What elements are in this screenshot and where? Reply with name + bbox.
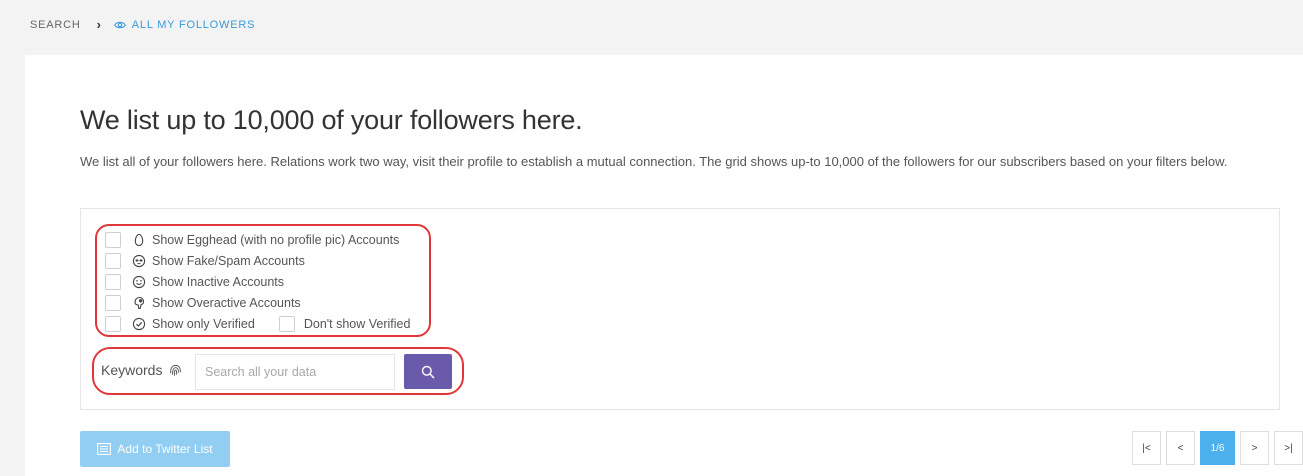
filter-fake-spam[interactable]: Show Fake/Spam Accounts [105, 252, 305, 270]
alien-icon [132, 254, 146, 268]
parrot-icon [134, 296, 145, 310]
list-icon [97, 443, 112, 455]
filter-only-verified[interactable]: Show only Verified Don't show Verified [105, 315, 410, 333]
filter-box: Show Egghead (with no profile pic) Accou… [80, 208, 1280, 410]
filter-egghead[interactable]: Show Egghead (with no profile pic) Accou… [105, 231, 399, 249]
filter-egghead-checkbox[interactable] [105, 232, 121, 248]
eye-icon [113, 21, 126, 28]
verified-check-icon [132, 317, 146, 331]
filter-inactive[interactable]: Show Inactive Accounts [105, 273, 284, 291]
keywords-label: Keywords [101, 362, 183, 378]
add-to-twitter-list-button[interactable]: Add to Twitter List [80, 431, 230, 467]
search-input[interactable] [195, 354, 395, 390]
search-icon [421, 365, 435, 378]
add-to-twitter-list-label: Add to Twitter List [117, 442, 213, 456]
search-button[interactable] [404, 354, 452, 389]
pagination-first-button[interactable]: |< [1132, 431, 1161, 465]
filter-overactive[interactable]: Show Overactive Accounts [105, 294, 301, 312]
breadcrumb-search-link[interactable]: SEARCH [30, 19, 81, 31]
fingerprint-icon [170, 364, 182, 376]
filter-only-verified-checkbox[interactable] [105, 316, 121, 332]
pagination-prev-button[interactable]: < [1166, 431, 1195, 465]
page-description: We list all of your followers here. Rela… [80, 154, 1228, 169]
main-panel: We list up to 10,000 of your followers h… [25, 55, 1303, 476]
breadcrumb-separator-icon: › [96, 17, 102, 32]
pagination: |< < 1/6 > >| [1132, 431, 1303, 465]
filter-fake-spam-label: Show Fake/Spam Accounts [152, 254, 305, 268]
egg-icon [134, 233, 144, 247]
filter-fake-spam-checkbox[interactable] [105, 253, 121, 269]
page-title: We list up to 10,000 of your followers h… [80, 105, 583, 135]
filter-overactive-checkbox[interactable] [105, 295, 121, 311]
filter-overactive-label: Show Overactive Accounts [152, 296, 301, 310]
pagination-current-page[interactable]: 1/6 [1200, 431, 1235, 465]
breadcrumb: SEARCH › ALL MY FOLLOWERS [30, 18, 255, 31]
dont-show-verified-checkbox[interactable] [278, 316, 295, 332]
breadcrumb-current[interactable]: ALL MY FOLLOWERS [113, 18, 256, 31]
pagination-next-button[interactable]: > [1240, 431, 1269, 465]
pagination-last-button[interactable]: >| [1274, 431, 1303, 465]
dont-show-verified-label: Don't show Verified [303, 317, 411, 331]
breadcrumb-current-label: ALL MY FOLLOWERS [131, 18, 256, 31]
smile-icon [132, 275, 146, 289]
filter-egghead-label: Show Egghead (with no profile pic) Accou… [152, 233, 400, 247]
filter-inactive-checkbox[interactable] [105, 274, 121, 290]
filter-only-verified-label: Show only Verified [152, 317, 255, 331]
filter-inactive-label: Show Inactive Accounts [152, 275, 285, 289]
keywords-label-text: Keywords [101, 362, 163, 378]
